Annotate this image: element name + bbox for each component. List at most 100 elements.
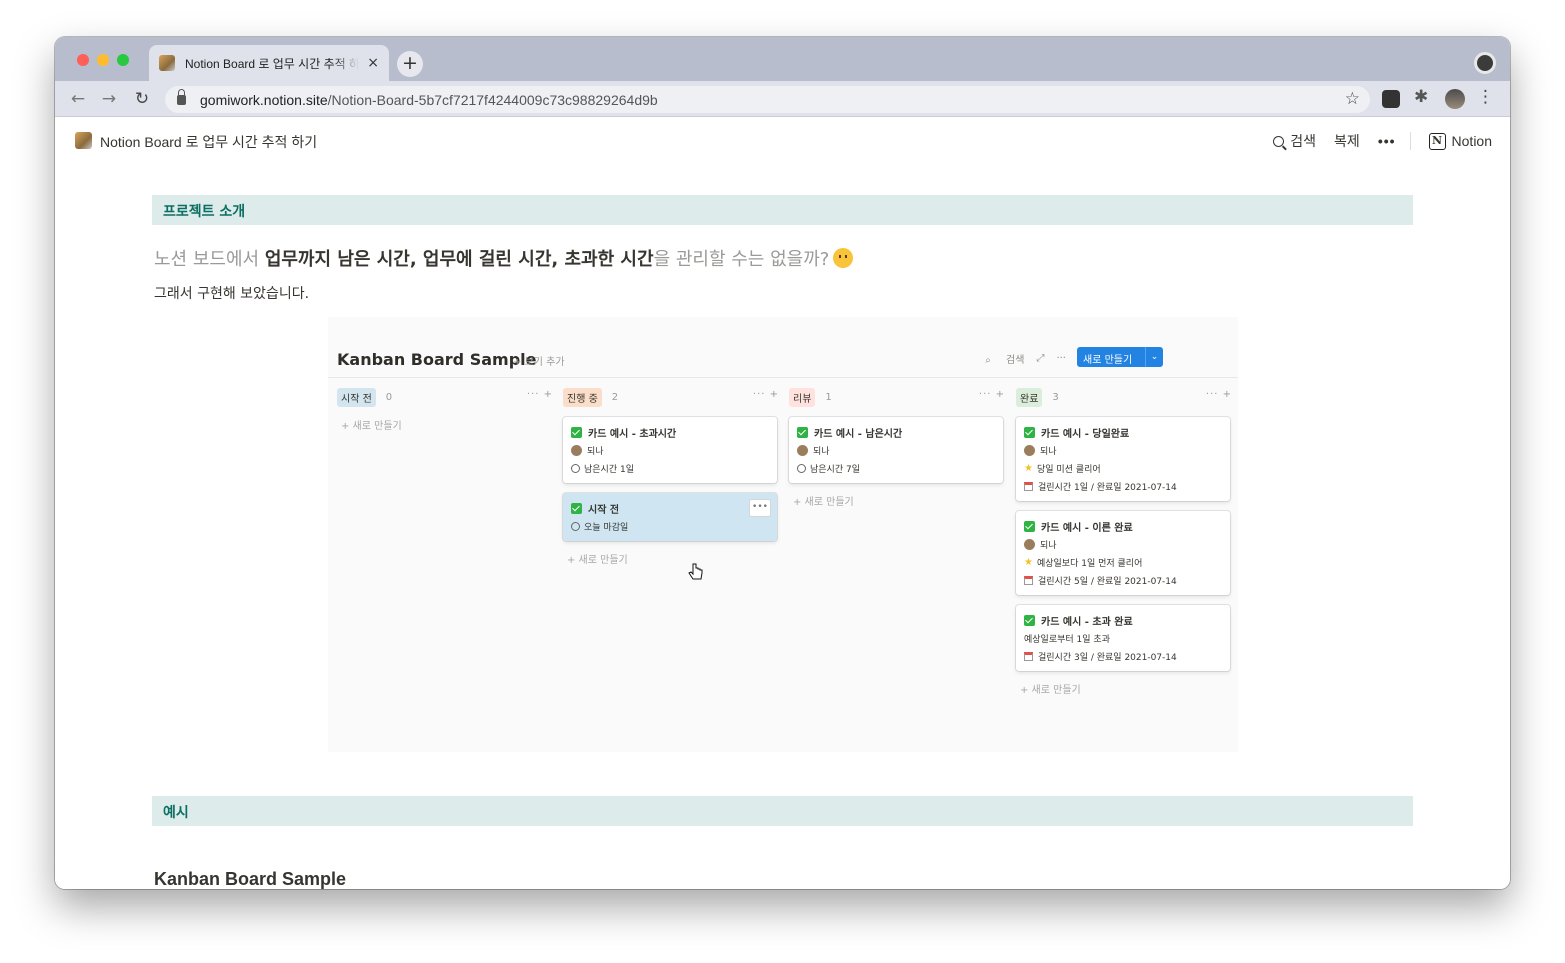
search-label: 검색 — [1290, 133, 1317, 149]
minimize-window-button[interactable] — [97, 54, 109, 66]
duplicate-button[interactable]: 복제 — [1334, 131, 1360, 151]
example-heading: Kanban Board Sample — [154, 869, 347, 889]
bookmark-star-icon[interactable]: ☆ — [1345, 89, 1360, 109]
calendar-icon — [1024, 651, 1033, 661]
column-tools-icon: ··· + — [978, 389, 1005, 400]
card-status: 예상일보다 1일 먼저 클리어 — [1036, 558, 1143, 569]
kanban-card: 카드 예시 - 남은시간 되나 남은시간 7일 — [789, 417, 1003, 483]
card-time-info: 남은시간 1일 — [584, 464, 634, 475]
extension-icon[interactable] — [1382, 90, 1400, 108]
column-not-started: 시작 전 0 ··· + + 새로 만들기 — [337, 387, 553, 432]
page-heading: 노션 보드에서 업무까지 남은 시간, 업무에 걸린 시간, 초과한 시간을 관… — [154, 245, 854, 271]
column-review: 리뷰 1 ··· + 카드 예시 - 남은시간 되나 남은시간 7일 + 새로 만들기 — [789, 387, 1005, 508]
back-arrow-icon[interactable]: ← — [67, 88, 89, 110]
checkbox-icon — [1024, 426, 1035, 438]
address-bar[interactable]: gomiwork.notion.site/Notion-Board-5b7cf7… — [165, 86, 1370, 113]
kanban-card: 카드 예시 - 이른 완료되나 ★ 예상일보다 1일 먼저 클리어걸린시간 5일 /… — [1016, 511, 1230, 595]
notion-topbar: Notion Board 로 업무 시간 추적 하기 검색 복제 ••• N No… — [55, 117, 1510, 163]
profile-avatar[interactable] — [1445, 89, 1465, 109]
zoom-window-button[interactable] — [117, 54, 129, 66]
checkbox-icon — [797, 426, 808, 438]
browser-menu-icon[interactable]: ⋮ — [1477, 87, 1494, 107]
notion-logo-icon: N — [1428, 132, 1446, 150]
star-icon: ★ — [1024, 462, 1033, 474]
intro-callout: 프로젝트 소개 — [152, 195, 1413, 225]
hand-cursor-icon — [688, 563, 703, 580]
tab-strip: Notion Board 로 업무 시간 추적 하기 × + — [55, 37, 1510, 81]
reload-icon[interactable]: ↻ — [131, 88, 153, 110]
tab-close-icon[interactable]: × — [367, 55, 379, 71]
card-date: 걸린시간 5일 / 완료일 2021-07-14 — [1038, 576, 1177, 587]
column-header: 진행 중 2 ··· + — [563, 387, 779, 407]
card-title: 카드 예시 - 초과 완료 — [1041, 616, 1133, 628]
page-icon — [75, 132, 92, 149]
column-header: 완료 3 ··· + — [1016, 387, 1232, 407]
add-card-button: + 새로 만들기 — [793, 497, 854, 508]
card-assignee: 되나 — [813, 446, 830, 457]
page-favicon-icon — [159, 55, 175, 71]
profile-menu-icon[interactable] — [1474, 52, 1496, 74]
card-more-icon: ••• — [749, 499, 771, 517]
avatar — [797, 444, 808, 456]
clock-icon — [571, 521, 580, 531]
card-title: 시작 전 — [588, 504, 620, 516]
example-callout: 예시 — [152, 796, 1413, 826]
card-assignee: 되나 — [1040, 540, 1057, 551]
search-button[interactable]: 검색 — [1273, 131, 1316, 151]
lock-icon[interactable] — [177, 88, 186, 105]
calendar-icon — [1024, 575, 1033, 585]
avatar — [1024, 538, 1035, 550]
status-badge: 진행 중 — [563, 387, 602, 407]
column-done: 완료 3 ··· + 카드 예시 - 당일완료 되나 ★ 당일 미션 클리어 걸린시간 1일 … — [1016, 387, 1232, 696]
card-title: 카드 예시 - 초과시간 — [588, 428, 677, 440]
browser-toolbar: ← → ↻ gomiwork.notion.site/Notion-Board-… — [55, 81, 1510, 117]
browser-tab[interactable]: Notion Board 로 업무 시간 추적 하기 × — [149, 45, 389, 81]
url-text[interactable]: gomiwork.notion.site/Notion-Board-5b7cf7… — [200, 92, 658, 108]
heading-part-1: 노션 보드에서 — [154, 249, 265, 270]
breadcrumb-title[interactable]: Notion Board 로 업무 시간 추적 하기 — [100, 132, 317, 152]
notion-label: Notion — [1451, 133, 1492, 149]
puzzle-extensions-icon[interactable]: ✱ — [1414, 87, 1432, 107]
new-tab-button[interactable]: + — [397, 51, 423, 77]
checkbox-icon — [1024, 614, 1035, 626]
kanban-card: 시작 전 ••• 오늘 마감일 — [563, 493, 777, 541]
clock-icon — [571, 463, 580, 473]
card-title: 카드 예시 - 당일완료 — [1041, 428, 1130, 440]
clock-icon — [797, 463, 806, 473]
column-count: 2 — [611, 391, 619, 403]
card-time-info: 오늘 마감일 — [584, 522, 629, 533]
notion-link[interactable]: N Notion — [1428, 132, 1492, 150]
kanban-board-screenshot: Kanban Board Sample + 보기 추가 ⌕ 검색 ⤢ ··· 새… — [328, 317, 1238, 752]
column-count: 0 — [385, 391, 393, 403]
card-title: 카드 예시 - 남은시간 — [814, 428, 903, 440]
column-tools-icon: ··· + — [752, 389, 779, 400]
status-badge: 시작 전 — [337, 387, 376, 407]
calendar-icon — [1024, 481, 1033, 491]
column-tools-icon: ··· + — [526, 389, 553, 400]
checkbox-icon — [1024, 520, 1035, 532]
avatar — [571, 444, 582, 456]
status-badge: 완료 — [1016, 387, 1043, 407]
heading-part-3: 을 관리할 수는 없을까? — [653, 249, 830, 270]
column-count: 3 — [1052, 391, 1059, 403]
status-badge: 리뷰 — [789, 387, 816, 407]
forward-arrow-icon[interactable]: → — [98, 88, 120, 110]
chevron-down-icon: ⌄ — [1145, 347, 1163, 367]
column-count: 1 — [825, 391, 832, 403]
card-date: 걸린시간 3일 / 완료일 2021-07-14 — [1038, 652, 1177, 663]
close-window-button[interactable] — [77, 54, 89, 66]
checkbox-icon — [571, 502, 582, 514]
url-host: gomiwork.notion.site — [200, 91, 328, 108]
add-view-button: + 보기 추가 — [513, 357, 565, 368]
card-assignee: 되나 — [1040, 446, 1057, 457]
more-options-icon[interactable]: ••• — [1378, 133, 1396, 149]
tab-title: Notion Board 로 업무 시간 추적 하기 — [185, 56, 360, 71]
star-icon: ★ — [1024, 556, 1033, 568]
notion-page: Notion Board 로 업무 시간 추적 하기 검색 복제 ••• N No… — [55, 117, 1510, 889]
expand-icon: ⤢ — [1036, 353, 1045, 364]
column-tools-icon: ··· + — [1205, 389, 1232, 400]
kanban-card: 카드 예시 - 초과시간 되나 남은시간 1일 — [563, 417, 777, 483]
intro-subtext: 그래서 구현해 보았습니다. — [154, 286, 310, 302]
card-title: 카드 예시 - 이른 완료 — [1041, 522, 1133, 534]
add-card-button: + 새로 만들기 — [341, 421, 402, 432]
